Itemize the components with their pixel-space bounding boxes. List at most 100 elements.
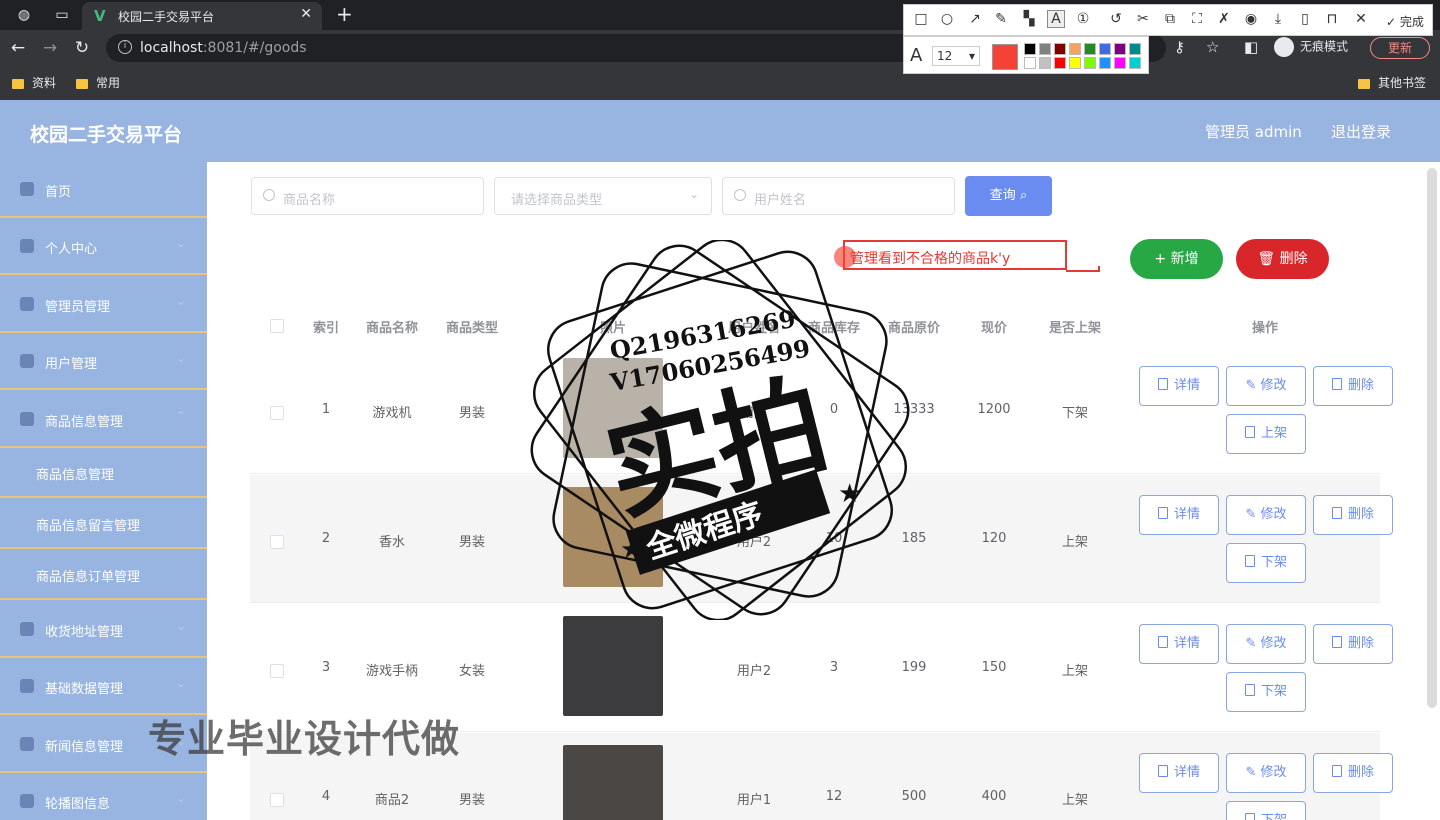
toggle-listing-button[interactable]: 上架 <box>1226 414 1306 454</box>
color-swatch[interactable] <box>1114 43 1126 55</box>
select-all-checkbox[interactable] <box>270 319 284 333</box>
scrollbar[interactable] <box>1427 168 1437 708</box>
goods-photo[interactable] <box>563 487 663 587</box>
color-swatch[interactable] <box>1099 57 1111 69</box>
current-color[interactable] <box>992 44 1018 70</box>
text-tool-icon[interactable]: A <box>1047 10 1065 28</box>
info-icon[interactable]: i <box>118 40 132 54</box>
row-checkbox[interactable] <box>270 793 284 807</box>
row-checkbox[interactable] <box>270 535 284 549</box>
delete-button[interactable]: 🗑 删除 <box>1236 239 1329 279</box>
ellipse-tool-icon[interactable]: ○ <box>938 11 956 27</box>
toggle-listing-button[interactable]: 下架 <box>1226 801 1306 820</box>
color-swatch[interactable] <box>1129 43 1141 55</box>
goods-type-select[interactable]: 请选择商品类型 ⌄ <box>494 177 712 215</box>
color-swatch[interactable] <box>1024 57 1036 69</box>
query-button[interactable]: 查询 ⌕ <box>965 176 1052 216</box>
back-icon[interactable]: ← <box>8 38 28 58</box>
sidebar-subitem-goods-comments[interactable]: 商品信息留言管理 <box>0 499 207 549</box>
add-button[interactable]: + 新增 <box>1130 239 1223 279</box>
sidebar-item-admins[interactable]: 管理员管理 ⌄ <box>0 277 207 333</box>
pin-icon[interactable]: ✗ <box>1215 11 1233 27</box>
sidebar-item-home[interactable]: 首页 <box>0 162 207 218</box>
edit-button[interactable]: ✎ 修改 <box>1226 753 1306 793</box>
bookmark-folder[interactable]: 常用 <box>76 74 120 91</box>
font-size-select[interactable]: 12 ▾ <box>932 46 980 66</box>
incognito-indicator[interactable]: 无痕模式 <box>1274 37 1348 57</box>
color-swatch[interactable] <box>1024 43 1036 55</box>
mosaic-tool-icon[interactable]: ▚ <box>1020 11 1038 27</box>
sidebar-subitem-goods-orders[interactable]: 商品信息订单管理 <box>0 550 207 600</box>
bookmark-icon[interactable]: ⊓ <box>1323 11 1341 27</box>
globe-icon[interactable]: ◍ <box>14 5 34 25</box>
phone-icon[interactable]: ▯ <box>1296 11 1314 27</box>
close-tab-icon[interactable]: ✕ <box>300 6 312 22</box>
row-delete-button[interactable]: 删除 <box>1313 753 1393 793</box>
record-icon[interactable]: ◉ <box>1242 11 1260 27</box>
row-checkbox[interactable] <box>270 664 284 678</box>
sidebar-subitem-goods-info[interactable]: 商品信息管理 <box>0 448 207 498</box>
rectangle-tool-icon[interactable]: □ <box>912 11 930 27</box>
color-swatch[interactable] <box>1084 57 1096 69</box>
browser-tab[interactable]: V 校园二手交易平台 ✕ <box>82 2 322 30</box>
detail-button[interactable]: 详情 <box>1139 495 1219 535</box>
edit-button[interactable]: ✎ 修改 <box>1226 495 1306 535</box>
toggle-listing-button[interactable]: 下架 <box>1226 672 1306 712</box>
goods-name-input[interactable]: 商品名称 <box>251 177 484 215</box>
done-button[interactable]: ✓ 完成 <box>1386 13 1424 30</box>
row-checkbox[interactable] <box>270 406 284 420</box>
edit-button[interactable]: ✎ 修改 <box>1226 366 1306 406</box>
trash-icon <box>1331 636 1342 648</box>
row-delete-button[interactable]: 删除 <box>1313 495 1393 535</box>
undo-icon[interactable]: ↺ <box>1107 11 1125 27</box>
color-swatch[interactable] <box>1039 57 1051 69</box>
detail-button[interactable]: 详情 <box>1139 753 1219 793</box>
cut-icon[interactable]: ✂ <box>1134 11 1152 27</box>
username-input[interactable]: 用户姓名 <box>722 177 955 215</box>
star-icon[interactable]: ☆ <box>1206 38 1219 56</box>
bookmark-folder[interactable]: 资料 <box>12 74 56 91</box>
sidepanel-icon[interactable]: ◧ <box>1244 38 1258 56</box>
sidebar-item-profile[interactable]: 个人中心 ⌄ <box>0 219 207 275</box>
sidebar-item-basedata[interactable]: 基础数据管理 ⌄ <box>0 659 207 715</box>
ocr-icon[interactable]: ⛶ <box>1188 11 1206 27</box>
color-swatch[interactable] <box>1129 57 1141 69</box>
new-tab-icon[interactable]: + <box>336 2 353 26</box>
toggle-listing-button[interactable]: 下架 <box>1226 543 1306 583</box>
goods-photo[interactable] <box>563 745 663 820</box>
sidebar-item-carousel[interactable]: 轮播图信息 ⌄ <box>0 774 207 820</box>
detail-button[interactable]: 详情 <box>1139 624 1219 664</box>
color-swatch[interactable] <box>1099 43 1111 55</box>
sidebar-item-goods[interactable]: 商品信息管理 ⌃ <box>0 392 207 448</box>
color-swatch[interactable] <box>1069 43 1081 55</box>
detail-button[interactable]: 详情 <box>1139 366 1219 406</box>
color-swatch[interactable] <box>1054 43 1066 55</box>
goods-photo[interactable] <box>563 358 663 458</box>
sidebar-item-address[interactable]: 收货地址管理 ⌄ <box>0 602 207 658</box>
edit-icon: ✎ <box>1245 378 1257 393</box>
number-tool-icon[interactable]: ① <box>1074 11 1092 27</box>
pen-tool-icon[interactable]: ✎ <box>992 11 1010 27</box>
bookmark-folder-other[interactable]: 其他书签 <box>1358 74 1426 91</box>
update-button[interactable]: 更新 <box>1370 37 1430 59</box>
row-delete-button[interactable]: 删除 <box>1313 366 1393 406</box>
download-icon[interactable]: ⤓ <box>1269 11 1287 27</box>
key-icon[interactable]: ⚷ <box>1174 38 1185 56</box>
table-row: 2 香水 男装 用户2 10 185 120 上架 详情 ✎ 修改 删除 下架 <box>250 475 1393 603</box>
row-delete-button[interactable]: 删除 <box>1313 624 1393 664</box>
color-swatch[interactable] <box>1069 57 1081 69</box>
edit-button[interactable]: ✎ 修改 <box>1226 624 1306 664</box>
cancel-icon[interactable]: ✕ <box>1352 11 1370 27</box>
color-swatch[interactable] <box>1084 43 1096 55</box>
arrow-tool-icon[interactable]: ↗ <box>966 11 984 27</box>
color-swatch[interactable] <box>1039 43 1051 55</box>
color-swatch[interactable] <box>1114 57 1126 69</box>
goods-photo[interactable] <box>563 616 663 716</box>
window-icon[interactable]: ▭ <box>52 5 72 25</box>
forward-icon[interactable]: → <box>40 38 60 58</box>
color-swatch[interactable] <box>1054 57 1066 69</box>
logout-link[interactable]: 退出登录 <box>1331 121 1391 142</box>
sidebar-item-users[interactable]: 用户管理 ⌄ <box>0 334 207 390</box>
translate-icon[interactable]: ⧉ <box>1161 11 1179 27</box>
reload-icon[interactable]: ↻ <box>72 38 92 58</box>
